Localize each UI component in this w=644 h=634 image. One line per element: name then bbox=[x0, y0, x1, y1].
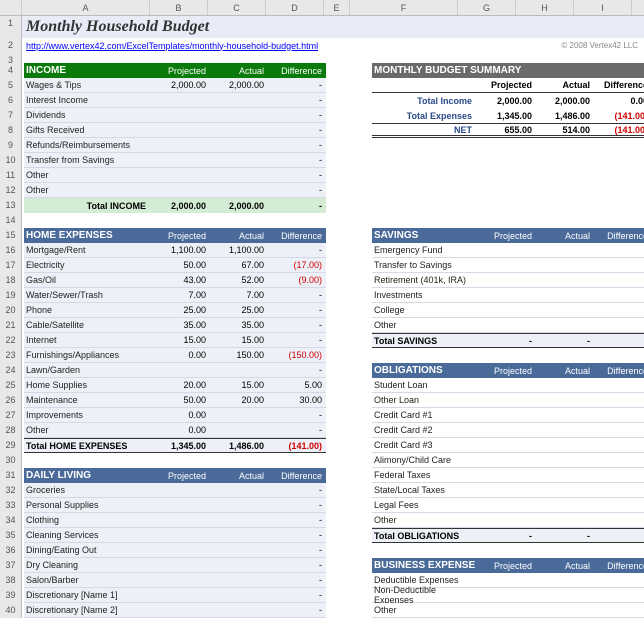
spreadsheet: A B C D E F G H I 1Monthly Household Bud… bbox=[0, 0, 644, 618]
cell-row[interactable]: Emergency Fund- bbox=[372, 243, 644, 258]
section-header: OBLIGATIONSProjectedActualDifference bbox=[372, 363, 644, 378]
total-row: Total HOME EXPENSES1,345.001,486.00(141.… bbox=[24, 438, 326, 453]
section-header: SAVINGSProjectedActualDifference bbox=[372, 228, 644, 243]
cell-row[interactable]: Dry Cleaning- bbox=[24, 558, 326, 573]
cell-row[interactable]: Retirement (401k, IRA)- bbox=[372, 273, 644, 288]
copyright: © 2008 Vertex42 LLC bbox=[561, 41, 638, 50]
cell-row[interactable]: Lawn/Garden- bbox=[24, 363, 326, 378]
cell-row[interactable]: Maintenance50.0020.0030.00 bbox=[24, 393, 326, 408]
cell-row[interactable]: Other- bbox=[24, 168, 326, 183]
cell-row[interactable]: Electricity50.0067.00(17.00) bbox=[24, 258, 326, 273]
cell-row[interactable]: Credit Card #3- bbox=[372, 438, 644, 453]
cell-row[interactable]: Water/Sewer/Trash7.007.00- bbox=[24, 288, 326, 303]
section-header: INCOMEProjectedActualDifference bbox=[24, 63, 326, 78]
cell-row[interactable]: Transfer from Savings- bbox=[24, 153, 326, 168]
cell-row[interactable]: Cable/Satellite35.0035.00- bbox=[24, 318, 326, 333]
cell-row[interactable]: Refunds/Reimbursements- bbox=[24, 138, 326, 153]
page-title: Monthly Household Budget bbox=[22, 18, 209, 36]
cell-row[interactable]: Interest Income- bbox=[24, 93, 326, 108]
cell-row[interactable]: Other- bbox=[372, 603, 644, 618]
cell-row[interactable]: College- bbox=[372, 303, 644, 318]
cell-row[interactable]: Improvements0.00- bbox=[24, 408, 326, 423]
cell-row[interactable]: Non-Deductible Expenses- bbox=[372, 588, 644, 603]
cell-row[interactable]: Gifts Received- bbox=[24, 123, 326, 138]
summary-expenses: Total Expenses1,345.001,486.00(141.00) bbox=[372, 108, 644, 123]
section-header: DAILY LIVINGProjectedActualDifference bbox=[24, 468, 326, 483]
cell-row[interactable]: State/Local Taxes- bbox=[372, 483, 644, 498]
total-row: Total OBLIGATIONS--- bbox=[372, 528, 644, 543]
summary-cols: ProjectedActualDifference bbox=[372, 78, 644, 93]
cell-row[interactable]: Legal Fees- bbox=[372, 498, 644, 513]
cell-row[interactable]: Other Loan- bbox=[372, 393, 644, 408]
cell-row[interactable]: Student Loan- bbox=[372, 378, 644, 393]
cell-row[interactable]: Other- bbox=[372, 513, 644, 528]
cell-row[interactable]: Gas/Oil43.0052.00(9.00) bbox=[24, 273, 326, 288]
cell-row[interactable]: Other- bbox=[372, 318, 644, 333]
cell-row[interactable]: Dining/Eating Out- bbox=[24, 543, 326, 558]
cell-row[interactable]: Clothing- bbox=[24, 513, 326, 528]
cell-row[interactable]: Mortgage/Rent1,100.001,100.00- bbox=[24, 243, 326, 258]
cell-row[interactable]: Federal Taxes- bbox=[372, 468, 644, 483]
cell-row[interactable]: Furnishings/Appliances0.00150.00(150.00) bbox=[24, 348, 326, 363]
cell-row[interactable]: Credit Card #1- bbox=[372, 408, 644, 423]
summary-net: NET655.00514.00(141.00) bbox=[372, 123, 644, 138]
section-header: HOME EXPENSESProjectedActualDifference bbox=[24, 228, 326, 243]
cell-row[interactable]: Alimony/Child Care- bbox=[372, 453, 644, 468]
cell-row[interactable]: Transfer to Savings- bbox=[372, 258, 644, 273]
section-header: BUSINESS EXPENSEProjectedActualDifferenc… bbox=[372, 558, 644, 573]
cell-row[interactable]: Other0.00- bbox=[24, 423, 326, 438]
cell-row[interactable]: Personal Supplies- bbox=[24, 498, 326, 513]
cell-row[interactable]: Investments- bbox=[372, 288, 644, 303]
cell-row[interactable]: Dividends- bbox=[24, 108, 326, 123]
total-row: Total SAVINGS--- bbox=[372, 333, 644, 348]
cell-row[interactable]: Cleaning Services- bbox=[24, 528, 326, 543]
cell-row[interactable]: Discretionary [Name 2]- bbox=[24, 603, 326, 618]
column-headers: A B C D E F G H I bbox=[0, 0, 644, 16]
cell-row[interactable]: Salon/Barber- bbox=[24, 573, 326, 588]
cell-row[interactable]: Wages & Tips2,000.002,000.00- bbox=[24, 78, 326, 93]
cell-row[interactable]: Credit Card #2- bbox=[372, 423, 644, 438]
summary-income: Total Income2,000.002,000.000.00 bbox=[372, 93, 644, 108]
summary-header: MONTHLY BUDGET SUMMARY bbox=[372, 63, 644, 78]
cell-row[interactable]: Phone25.0025.00- bbox=[24, 303, 326, 318]
cell-row[interactable]: Discretionary [Name 1]- bbox=[24, 588, 326, 603]
cell-row[interactable]: Home Supplies20.0015.005.00 bbox=[24, 378, 326, 393]
total-row: Total INCOME2,000.002,000.00- bbox=[24, 198, 326, 213]
cell-row[interactable]: Internet15.0015.00- bbox=[24, 333, 326, 348]
source-link[interactable]: http://www.vertex42.com/ExcelTemplates/m… bbox=[22, 41, 318, 51]
cell-row[interactable]: Other- bbox=[24, 183, 326, 198]
cell-row[interactable]: Groceries- bbox=[24, 483, 326, 498]
